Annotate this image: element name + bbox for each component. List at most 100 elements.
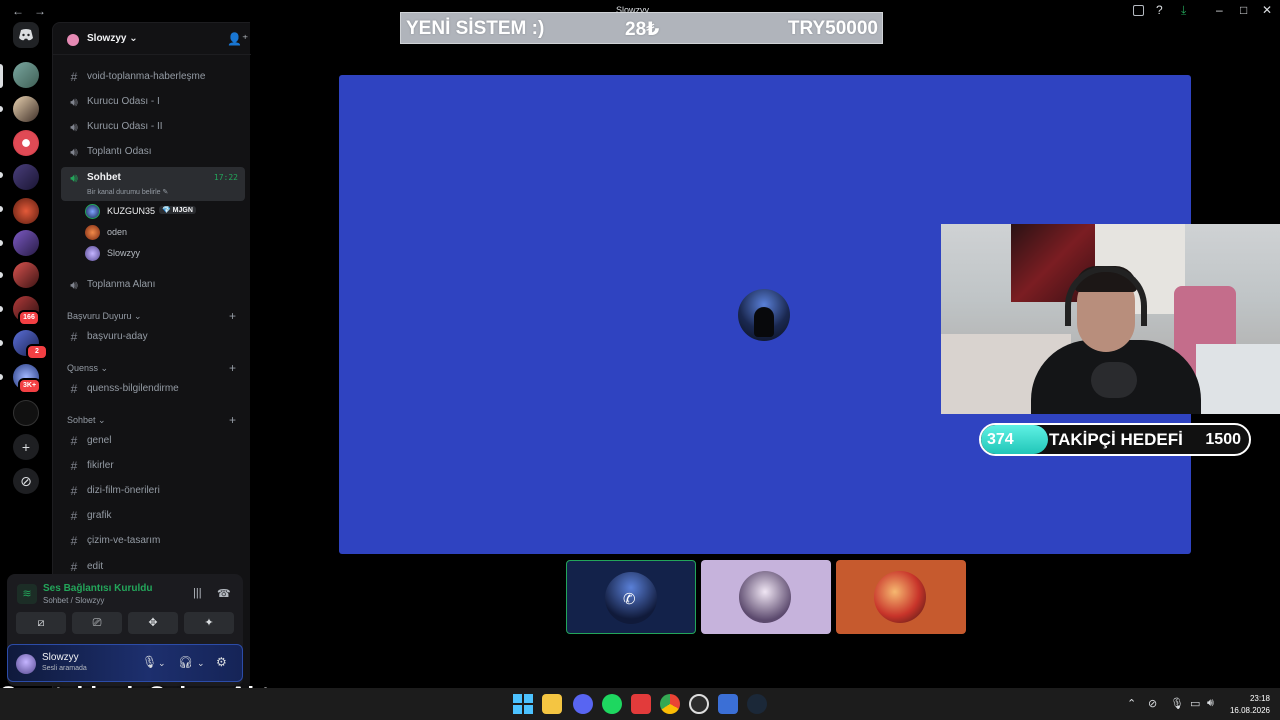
channel-voice[interactable]: 🔊︎ Kurucu Odası - II [61, 116, 245, 138]
activities-button[interactable]: ✥ [128, 612, 178, 634]
category-header[interactable]: Sohbet ⌄ [67, 415, 106, 426]
chevron-down-icon[interactable]: ⌄ [197, 658, 205, 669]
speaker-avatar[interactable] [738, 289, 790, 341]
channel-text[interactable]: # çizim-ve-tasarım [61, 530, 245, 552]
microphone [1091, 362, 1137, 398]
disconnect-icon[interactable]: ☎ [217, 587, 231, 600]
chevron-down-icon[interactable]: ⌄ [158, 658, 166, 669]
close-button[interactable]: ✕ [1262, 3, 1272, 17]
noise-suppression-icon[interactable]: ||| [193, 587, 202, 599]
add-channel-icon[interactable]: + [229, 361, 236, 375]
channel-text[interactable]: # void-toplanma-haberleşme [61, 66, 245, 88]
voice-connection-location[interactable]: Sohbet / Slowzyy [43, 596, 104, 605]
avatar [85, 225, 100, 240]
server-icon-1[interactable] [13, 62, 39, 88]
channel-voice[interactable]: 🔊︎ Toplantı Odası [61, 141, 245, 163]
call-duration: 17:22 [213, 173, 238, 182]
selected-server-pill [0, 64, 3, 88]
category-header[interactable]: Başvuru Duyuru ⌄ [67, 311, 142, 322]
steam-icon[interactable] [747, 694, 767, 714]
voice-connection-status[interactable]: Ses Bağlantısı Kuruldu [43, 583, 152, 594]
hash-icon: # [70, 330, 78, 344]
start-button[interactable] [513, 694, 533, 714]
channel-label: Kurucu Odası - II [87, 121, 163, 132]
taskbar: ⌃ ⊘ 🎙︎ ▭ 🔊︎ 23:18 16.08.2026 [0, 688, 1280, 720]
invite-people-icon[interactable]: 👤⁺ [227, 32, 248, 46]
participant-tile[interactable]: ✆ [566, 560, 696, 634]
channel-voice-active[interactable]: 🔊︎ Sohbet 17:22 Bir kanal durumu belirle… [61, 167, 245, 201]
add-channel-icon[interactable]: + [229, 309, 236, 323]
headphones-icon[interactable]: 🎧︎ [178, 655, 193, 669]
file-explorer-icon[interactable] [542, 694, 562, 714]
user-name[interactable]: Slowzyy [42, 652, 79, 663]
discover-icon[interactable]: ⊘ [13, 468, 39, 494]
participant-tile[interactable] [701, 560, 831, 634]
minimize-button[interactable]: – [1216, 3, 1223, 17]
mention-badge: 3K+ [18, 378, 42, 394]
download-icon[interactable]: ⤓ [1181, 3, 1186, 18]
screen-share-button[interactable]: ⎚ [72, 612, 122, 634]
guild-name[interactable]: Slowzyy ⌄ [87, 33, 138, 44]
channel-status[interactable]: Bir kanal durumu belirle ✎ [87, 188, 168, 196]
clock-date: 16.08.2026 [1229, 706, 1270, 715]
voice-user-name: Slowzyy [107, 248, 141, 258]
network-icon[interactable]: ⊘ [1148, 697, 1157, 710]
channel-text[interactable]: # başvuru-aday [61, 326, 245, 348]
channel-text[interactable]: # fikirler [61, 455, 245, 477]
channel-voice[interactable]: 🔊︎ Kurucu Odası - I [61, 91, 245, 113]
discord-home-icon[interactable] [13, 22, 39, 48]
channel-label: edit [87, 561, 104, 572]
chrome-icon[interactable] [660, 694, 680, 714]
help-icon[interactable]: ? [1156, 3, 1163, 17]
server-icon-5[interactable] [13, 198, 39, 224]
channel-voice[interactable]: 🔊︎ Toplanma Alanı [61, 274, 245, 296]
phone-icon: ✆ [623, 591, 636, 608]
server-icon-7[interactable] [13, 262, 39, 288]
discord-app-icon[interactable] [573, 694, 593, 714]
obs-icon[interactable] [689, 694, 709, 714]
channel-text[interactable]: # genel [61, 430, 245, 452]
gear-icon[interactable]: ⚙ [216, 655, 227, 669]
back-arrow-icon[interactable]: ← [12, 4, 24, 18]
hash-icon: # [70, 509, 78, 523]
forward-arrow-icon[interactable]: → [34, 4, 46, 18]
obs-widget-icon[interactable] [631, 694, 651, 714]
channel-text[interactable]: # dizi-film-önerileri [61, 480, 245, 502]
channel-label: çizim-ve-tasarım [87, 535, 161, 546]
app-icon[interactable] [718, 694, 738, 714]
channel-text[interactable]: # quenss-bilgilendirme [61, 378, 245, 400]
unread-pill [0, 340, 3, 346]
category-header[interactable]: Quenss ⌄ [67, 363, 108, 374]
channel-label: quenss-bilgilendirme [87, 383, 179, 394]
camera-off-button[interactable]: ⧄ [16, 612, 66, 634]
chevron-up-icon[interactable]: ⌃ [1127, 697, 1136, 710]
server-icon-3[interactable] [13, 130, 39, 156]
maximize-button[interactable]: □ [1240, 3, 1247, 17]
signal-icon[interactable]: ≋ [17, 584, 37, 604]
avatar-figure [754, 307, 774, 337]
participant-tile[interactable] [836, 560, 966, 634]
server-icon-4[interactable] [13, 164, 39, 190]
avatar [85, 246, 100, 261]
channel-text[interactable]: # grafik [61, 505, 245, 527]
server-icon-11[interactable] [13, 400, 39, 426]
soundboard-button[interactable]: ✦ [184, 612, 234, 634]
server-icon-6[interactable] [13, 230, 39, 256]
microphone-tray-icon[interactable]: 🎙︎ [1170, 697, 1184, 710]
speaker-icon: 🔊︎ [70, 120, 78, 134]
channel-label: Toplanma Alanı [87, 279, 156, 290]
system-clock[interactable]: 23:18 16.08.2026 [1226, 693, 1270, 717]
microphone-icon[interactable]: 🎙︎ [142, 655, 157, 669]
guild-header[interactable]: Slowzyy ⌄ 👤⁺ [53, 23, 251, 55]
volume-icon[interactable]: 🔊︎ [1207, 697, 1214, 710]
speaker-icon: 🔊︎ [70, 278, 78, 292]
spotify-icon[interactable] [602, 694, 622, 714]
avatar [739, 571, 791, 623]
inbox-icon[interactable] [1133, 5, 1144, 16]
add-server-icon[interactable]: + [13, 434, 39, 460]
display-icon[interactable]: ▭ [1190, 697, 1200, 710]
channel-label: dizi-film-önerileri [87, 485, 160, 496]
server-icon-2[interactable] [13, 96, 39, 122]
add-channel-icon[interactable]: + [229, 413, 236, 427]
avatar[interactable] [16, 654, 36, 674]
